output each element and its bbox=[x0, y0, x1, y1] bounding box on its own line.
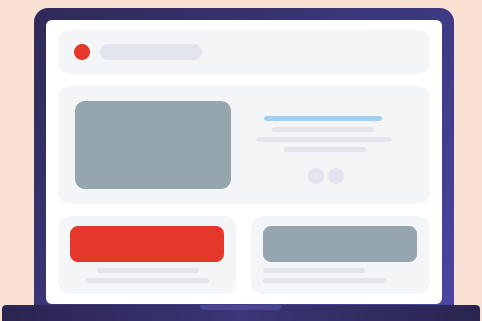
laptop-notch bbox=[200, 305, 282, 310]
hero-image-placeholder bbox=[75, 101, 231, 189]
hero-text-line bbox=[272, 127, 374, 132]
feature-card-right bbox=[251, 216, 430, 294]
hero-text-line bbox=[256, 137, 392, 142]
card-text-line bbox=[263, 268, 365, 273]
pager-dot-icon[interactable] bbox=[308, 168, 324, 184]
hero-card bbox=[58, 86, 430, 204]
feature-card-left bbox=[58, 216, 236, 294]
hero-title-placeholder bbox=[264, 116, 382, 121]
card-text-line bbox=[97, 268, 199, 273]
logo-dot-icon[interactable] bbox=[74, 44, 90, 60]
search-placeholder[interactable] bbox=[100, 44, 202, 60]
laptop-display bbox=[46, 20, 442, 304]
header-bar bbox=[58, 30, 430, 74]
primary-button-placeholder[interactable] bbox=[70, 226, 224, 262]
pager-dot-icon[interactable] bbox=[328, 168, 344, 184]
card-text-line bbox=[263, 278, 387, 283]
secondary-button-placeholder[interactable] bbox=[263, 226, 417, 262]
card-text-line bbox=[85, 278, 209, 283]
hero-text-line bbox=[284, 147, 366, 152]
